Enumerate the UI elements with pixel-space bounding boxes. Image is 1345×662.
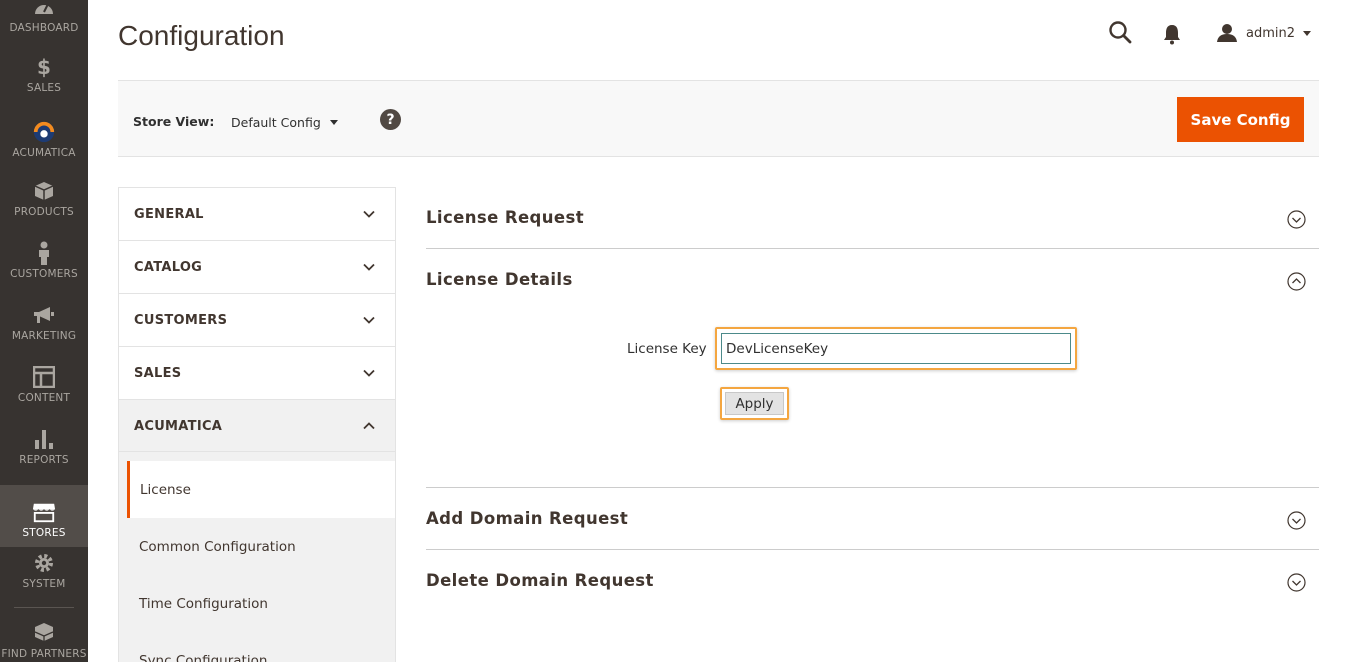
nav-label: ACUMATICA	[12, 147, 76, 159]
chevron-down-icon	[363, 369, 375, 377]
person-icon	[32, 241, 56, 265]
page-title: Configuration	[118, 20, 285, 51]
chevron-down-icon	[329, 119, 338, 125]
help-icon[interactable]: ?	[380, 109, 401, 130]
nav-label: MARKETING	[11, 330, 77, 342]
gear-icon	[32, 551, 56, 575]
bell-icon	[1164, 25, 1180, 45]
admin-nav: DASHBOARD $ SALES ACUMATICA PRODUCTS CUS…	[0, 0, 88, 662]
tab-acumatica[interactable]: ACUMATICA	[118, 399, 396, 452]
sub-item-time-configuration[interactable]: Time Configuration	[119, 575, 395, 632]
acumatica-sub-list: License Common Configuration Time Config…	[118, 452, 396, 662]
nav-label: PRODUCTS	[14, 206, 74, 218]
user-name: admin2	[1246, 25, 1296, 41]
section-header[interactable]: License Request	[426, 187, 1319, 249]
nav-label: DASHBOARD	[9, 22, 79, 34]
section-add-domain-request: Add Domain Request	[426, 488, 1319, 550]
storefront-icon	[32, 500, 56, 524]
section-license-details: License Details	[426, 249, 1319, 311]
license-key-label: License Key	[627, 341, 707, 357]
sub-item-common-configuration[interactable]: Common Configuration	[119, 518, 395, 575]
license-key-input[interactable]	[721, 333, 1071, 364]
store-view-value: Default Config	[231, 114, 321, 130]
store-view-label: Store View:	[133, 114, 215, 129]
nav-item-dashboard[interactable]: DASHBOARD	[0, 0, 88, 42]
section-title: Delete Domain Request	[426, 571, 654, 590]
bar-chart-icon	[32, 427, 56, 451]
boxes-icon	[32, 621, 56, 645]
nav-label: FIND PARTNERS	[1, 648, 87, 660]
chevron-down-icon	[1303, 30, 1312, 36]
nav-label: CONTENT	[17, 392, 71, 404]
chevron-down-icon	[363, 263, 375, 271]
tab-catalog[interactable]: CATALOG	[118, 240, 396, 293]
tab-customers[interactable]: CUSTOMERS	[118, 293, 396, 346]
chevron-circle-down-icon	[1287, 210, 1306, 229]
sub-item-label: Sync Configuration	[139, 653, 268, 662]
dollar-icon: $	[37, 55, 51, 79]
nav-item-find-partners[interactable]: FIND PARTNERS	[0, 598, 88, 662]
section-header[interactable]: Add Domain Request	[426, 488, 1319, 550]
tab-sales[interactable]: SALES	[118, 346, 396, 399]
section-title: License Request	[426, 208, 584, 227]
chevron-up-icon	[363, 422, 375, 430]
nav-label: REPORTS	[19, 454, 69, 466]
sub-item-label: License	[140, 482, 191, 498]
nav-item-products[interactable]: PRODUCTS	[0, 164, 88, 226]
sub-item-label: Time Configuration	[139, 596, 268, 612]
tab-label: ACUMATICA	[134, 419, 223, 434]
nav-item-customers[interactable]: CUSTOMERS	[0, 226, 88, 288]
section-title: Add Domain Request	[426, 509, 629, 528]
chevron-circle-down-icon	[1287, 511, 1306, 530]
search-icon	[1109, 21, 1132, 44]
nav-label: SALES	[26, 82, 62, 94]
nav-item-system[interactable]: SYSTEM	[0, 536, 88, 598]
tab-label: CUSTOMERS	[134, 313, 228, 328]
chevron-down-icon	[363, 316, 375, 324]
nav-item-sales[interactable]: $ SALES	[0, 40, 88, 102]
license-key-highlight	[715, 327, 1077, 370]
tab-general[interactable]: GENERAL	[118, 187, 396, 240]
nav-item-marketing[interactable]: MARKETING	[0, 288, 88, 350]
tab-label: SALES	[134, 366, 182, 381]
save-config-button[interactable]: Save Config	[1177, 97, 1304, 142]
nav-item-content[interactable]: CONTENT	[0, 350, 88, 412]
section-title: License Details	[426, 270, 573, 289]
nav-item-reports[interactable]: REPORTS	[0, 412, 88, 474]
search-button[interactable]	[1108, 20, 1134, 46]
notifications-button[interactable]	[1161, 22, 1183, 46]
nav-label: SYSTEM	[22, 578, 66, 590]
section-delete-domain-request: Delete Domain Request	[426, 550, 1319, 612]
chevron-circle-up-icon	[1287, 272, 1306, 291]
acumatica-logo-icon	[32, 120, 56, 144]
apply-button[interactable]: Apply	[725, 392, 784, 415]
section-license-request: License Request	[426, 187, 1319, 249]
dashboard-gauge-icon	[32, 0, 56, 19]
layout-icon	[32, 365, 56, 389]
chevron-down-icon	[363, 210, 375, 218]
apply-highlight: Apply	[720, 387, 789, 420]
megaphone-icon	[32, 303, 56, 327]
sub-item-sync-configuration[interactable]: Sync Configuration	[119, 632, 395, 662]
section-header[interactable]: License Details	[426, 249, 1319, 311]
user-menu[interactable]: admin2	[1216, 20, 1312, 46]
config-tabs: GENERAL CATALOG CUSTOMERS SALES ACUMATIC…	[118, 187, 396, 662]
sub-item-label: Common Configuration	[139, 539, 296, 555]
sub-item-license[interactable]: License	[127, 461, 395, 518]
store-view-select[interactable]: Default Config	[231, 112, 338, 132]
nav-item-acumatica[interactable]: ACUMATICA	[0, 105, 88, 167]
tab-label: CATALOG	[134, 260, 203, 275]
nav-label: CUSTOMERS	[10, 268, 78, 280]
store-view-bar: Store View: Default Config ? Save Config	[118, 80, 1319, 157]
section-header[interactable]: Delete Domain Request	[426, 550, 1319, 612]
tab-label: GENERAL	[134, 207, 204, 222]
cube-icon	[32, 179, 56, 203]
chevron-circle-down-icon	[1287, 573, 1306, 592]
user-icon	[1217, 24, 1237, 42]
